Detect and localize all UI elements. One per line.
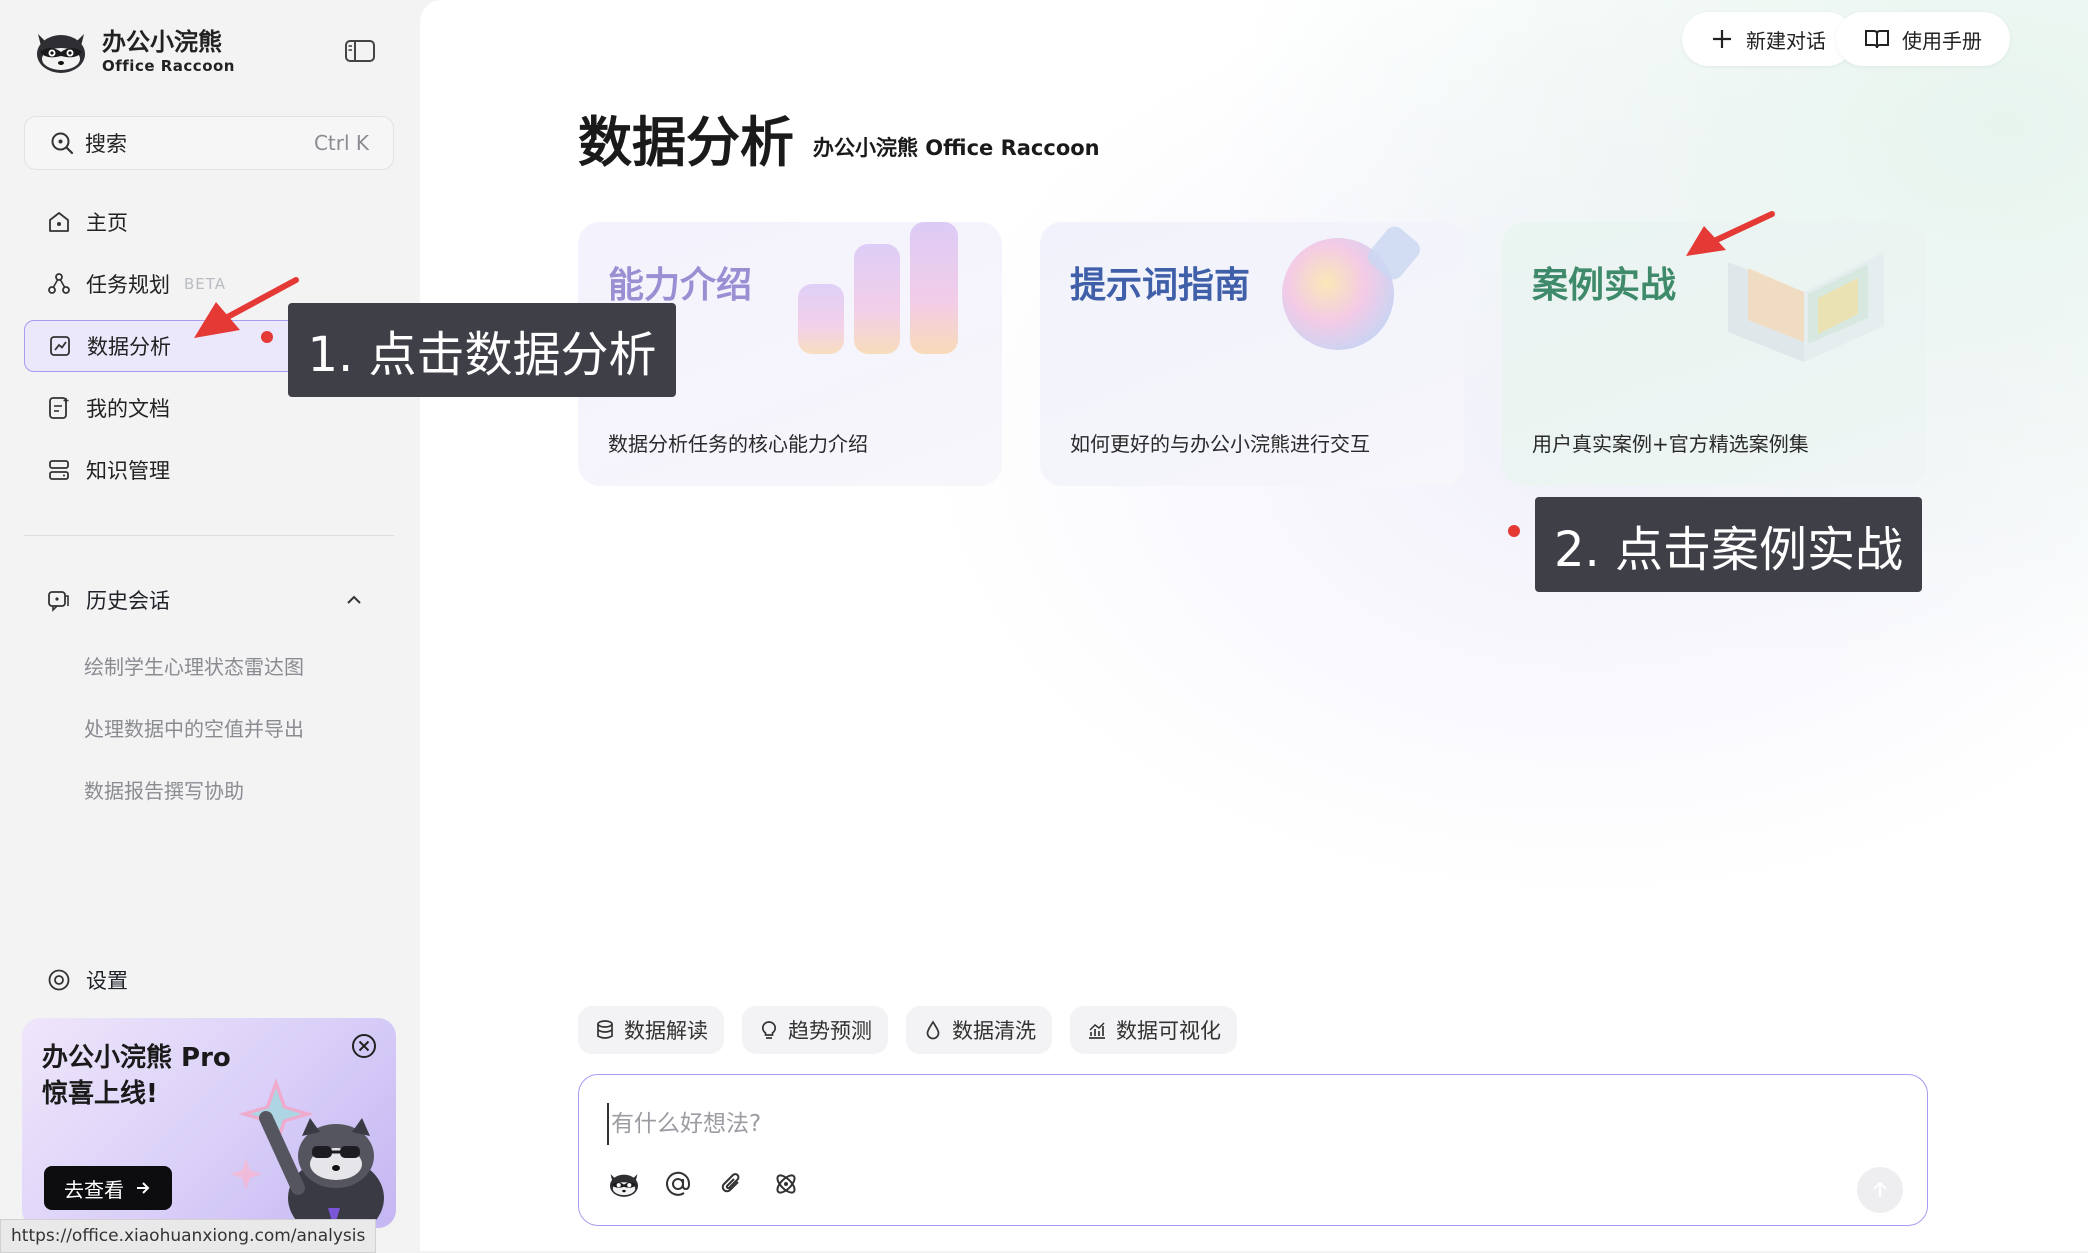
history-title: 历史会话: [86, 589, 170, 613]
raccoon-logo-icon: [37, 34, 85, 73]
sidebar-item-label: 主页: [86, 211, 128, 235]
paperclip-icon: [721, 1173, 740, 1193]
atom-tool-button[interactable]: [769, 1167, 803, 1201]
promo-title-line2: 惊喜上线!: [42, 1079, 158, 1109]
pro-promo-card: 办公小浣熊 Pro 惊喜上线! 去查看: [22, 1018, 396, 1228]
close-icon[interactable]: [350, 1032, 378, 1060]
promo-view-button[interactable]: 去查看: [44, 1166, 172, 1210]
annotation-callout-2: 2. 点击案例实战: [1535, 497, 1922, 592]
settings-icon: [48, 969, 70, 991]
plus-icon: [1713, 30, 1731, 48]
droplet-icon: [926, 1020, 940, 1040]
chat-input[interactable]: [607, 1103, 1613, 1145]
raccoon-agent-button[interactable]: [607, 1167, 641, 1201]
card-title: 能力介绍: [608, 265, 753, 306]
lightbulb-illustration: [1282, 226, 1421, 350]
home-icon: [49, 212, 69, 232]
search-icon: [51, 132, 74, 155]
sidebar-item-settings[interactable]: 设置: [24, 954, 128, 1006]
at-sign-icon: [666, 1171, 691, 1196]
brand-logo[interactable]: 办公小浣熊 Office Raccoon: [32, 26, 235, 76]
quick-action-chips: 数据解读 趋势预测 数据清洗 数据可视化: [578, 1006, 1237, 1054]
history-item[interactable]: 处理数据中的空值并导出: [84, 713, 304, 742]
database-icon: [597, 1020, 613, 1039]
main-panel: 新建对话 使用手册 数据分析 办公小浣熊 Office Raccoon 能力介绍…: [420, 0, 2088, 1251]
annotation-callout-1: 1. 点击数据分析: [288, 303, 676, 397]
mention-button[interactable]: [661, 1167, 695, 1201]
card-desc: 用户真实案例+官方精选案例集: [1532, 432, 1809, 456]
promo-button-label: 去查看: [64, 1177, 124, 1202]
sidebar: 办公小浣熊 Office Raccoon 搜索 Ctrl K 主页 任务规划 B…: [0, 0, 420, 1253]
raccoon-icon: [609, 1174, 639, 1197]
chart-icon: [1089, 1022, 1105, 1039]
chip-label: 趋势预测: [788, 1019, 872, 1043]
brand-subtitle: Office Raccoon: [102, 57, 235, 75]
new-chat-button[interactable]: 新建对话: [1682, 12, 1854, 66]
lightbulb-icon: [761, 1021, 777, 1039]
chat-composer: [578, 1074, 1928, 1226]
user-manual-button[interactable]: 使用手册: [1836, 12, 2010, 66]
chip-label: 数据可视化: [1116, 1019, 1221, 1043]
search-label: 搜索: [85, 132, 127, 156]
brand-title: 办公小浣熊: [102, 28, 222, 56]
chip-label: 数据清洗: [952, 1019, 1036, 1043]
new-chat-label: 新建对话: [1746, 28, 1826, 53]
book-icon: [1865, 30, 1889, 49]
page-title: 数据分析: [578, 111, 794, 174]
sidebar-item-label: 我的文档: [86, 397, 170, 421]
sidebar-item-home[interactable]: 主页: [24, 196, 394, 248]
annotation-dot-2: [1508, 525, 1520, 537]
sidebar-divider: [24, 535, 394, 536]
promo-title-line1: 办公小浣熊 Pro: [42, 1043, 231, 1073]
sidebar-collapse-icon[interactable]: [344, 38, 376, 64]
card-desc: 如何更好的与办公小浣熊进行交互: [1070, 432, 1370, 456]
chip-trend-forecast[interactable]: 趋势预测: [742, 1006, 888, 1054]
atom-icon: [776, 1174, 796, 1194]
annotation-arrow-1: [194, 277, 299, 338]
sidebar-item-label: 知识管理: [86, 459, 170, 483]
knowledge-icon: [49, 460, 69, 480]
history-item[interactable]: 绘制学生心理状态雷达图: [84, 651, 304, 680]
user-manual-label: 使用手册: [1902, 28, 1982, 53]
card-title: 提示词指南: [1070, 265, 1251, 306]
bar-cylinders-illustration: [798, 222, 958, 354]
document-icon: [49, 397, 69, 419]
sidebar-item-label: 任务规划: [86, 273, 170, 297]
chip-data-visualization[interactable]: 数据可视化: [1070, 1006, 1237, 1054]
chip-data-interpretation[interactable]: 数据解读: [578, 1006, 724, 1054]
attach-button[interactable]: [715, 1167, 749, 1201]
status-bar-url: https://office.xiaohuanxiong.com/analysi…: [0, 1219, 377, 1253]
card-title: 案例实战: [1532, 265, 1677, 306]
send-button[interactable]: [1857, 1167, 1903, 1213]
history-header[interactable]: 历史会话: [24, 574, 364, 626]
task-flow-icon: [48, 273, 70, 294]
chevron-up-icon[interactable]: [344, 590, 364, 610]
chip-data-cleaning[interactable]: 数据清洗: [906, 1006, 1052, 1054]
history-chat-icon: [48, 591, 69, 612]
arrow-right-icon: [137, 1182, 150, 1194]
composer-tools: [607, 1167, 803, 1201]
search-shortcut: Ctrl K: [313, 131, 369, 155]
settings-label: 设置: [86, 969, 128, 993]
sidebar-item-knowledge[interactable]: 知识管理: [24, 444, 394, 496]
history-item[interactable]: 数据报告撰写协助: [84, 775, 244, 804]
promo-title: 办公小浣熊 Pro 惊喜上线!: [42, 1040, 262, 1112]
card-prompt-guide[interactable]: 提示词指南 如何更好的与办公小浣熊进行交互: [1040, 222, 1464, 486]
card-case-studies[interactable]: 案例实战 用户真实案例+官方精选案例集: [1502, 222, 1926, 486]
annotation-arrow-2: [1686, 211, 1775, 256]
card-desc: 数据分析任务的核心能力介绍: [608, 432, 868, 456]
data-analysis-icon: [50, 336, 70, 356]
search-box[interactable]: 搜索 Ctrl K: [24, 116, 394, 170]
chip-label: 数据解读: [624, 1019, 708, 1043]
annotation-dot-1: [261, 331, 273, 343]
arrow-up-icon: [1873, 1181, 1887, 1197]
page-subtitle: 办公小浣熊 Office Raccoon: [813, 136, 1100, 160]
sidebar-item-label: 数据分析: [87, 335, 171, 359]
